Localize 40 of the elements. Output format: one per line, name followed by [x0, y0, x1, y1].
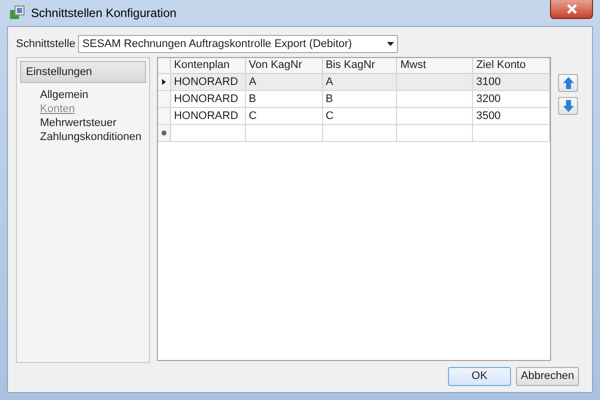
- table-cell-text: C: [248, 108, 257, 124]
- table-cell-text: HONORARD: [174, 92, 238, 107]
- arrow-up-icon: [562, 77, 574, 89]
- row-header[interactable]: [158, 74, 171, 90]
- column-header[interactable]: Ziel Konto: [473, 58, 550, 73]
- ok-button[interactable]: OK: [448, 367, 511, 386]
- field-label: Schnittstelle: [16, 36, 76, 52]
- table-cell-text: HONORARD: [174, 74, 238, 90]
- table-row[interactable]: HONORARD B B 3200: [158, 91, 550, 108]
- arrow-down-icon: [562, 100, 574, 112]
- table-cell-text: C: [326, 108, 334, 124]
- table-cell-text: A: [326, 74, 334, 90]
- sidebar-link[interactable]: Allgemein: [40, 88, 88, 102]
- table-row[interactable]: HONORARD C C 3500: [158, 108, 550, 125]
- column-header[interactable]: Bis KagNr: [322, 58, 398, 73]
- column-header[interactable]: Mwst: [397, 58, 474, 73]
- column-header[interactable]: Von KagNr: [246, 58, 323, 73]
- window-title: Schnittstellen Konfiguration: [31, 5, 176, 22]
- close-icon: [566, 4, 576, 14]
- table-cell-text: 3200: [476, 92, 501, 107]
- interface-dropdown[interactable]: SESAM Rechnungen Auftragskontrolle Export (Debitor): [78, 35, 398, 53]
- dropdown-arrow-icon: [387, 42, 394, 46]
- cancel-button[interactable]: Abbrechen: [516, 367, 579, 386]
- table-row[interactable]: HONORARD A A 3100: [158, 74, 550, 91]
- table-cell-text: HONORARD: [174, 108, 238, 124]
- table-cell-text: 3100: [476, 74, 501, 90]
- app-icon: [9, 5, 25, 21]
- row-pointer-icon: [162, 79, 166, 85]
- close-button[interactable]: [550, 0, 593, 19]
- table-cell-text: A: [248, 74, 256, 90]
- move-down-button[interactable]: [558, 97, 578, 115]
- table-cell-text: B: [248, 92, 256, 107]
- new-row-icon: [160, 130, 167, 136]
- column-header[interactable]: Kontenplan: [170, 58, 246, 73]
- move-up-button[interactable]: [558, 74, 578, 92]
- table-cell-text: 3500: [476, 108, 501, 124]
- sidebar-link[interactable]: Mehrwertsteuer: [40, 116, 116, 130]
- sidebar-header: Einstellungen: [20, 61, 146, 83]
- sidebar-link[interactable]: Zahlungskonditionen: [40, 130, 142, 144]
- table-cell-text: B: [326, 92, 333, 107]
